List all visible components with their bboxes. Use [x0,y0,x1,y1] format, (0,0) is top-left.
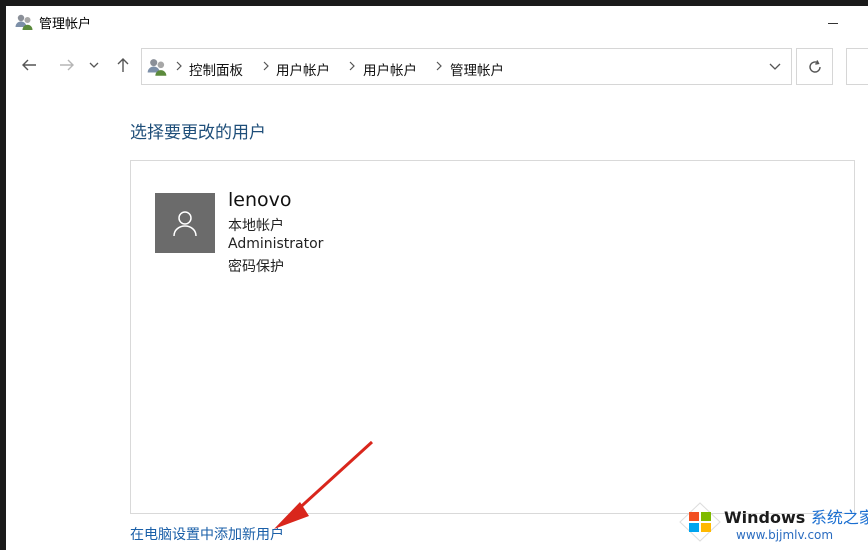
watermark-brand-cn: 系统之家 [810,508,868,527]
watermark-brand: Windows 系统之家 [724,504,868,528]
annotation-arrow [274,440,374,529]
watermark-url: www.bjjmlv.com [736,528,834,542]
windows-logo-icon [679,502,721,542]
watermark: Windows 系统之家 www.bjjmlv.com [672,496,868,550]
watermark-brand-en: Windows [724,508,806,527]
manage-accounts-window: 管理帐户 控制面板 用户帐户 用户帐户 管理帐户 选择要更改的用户 lenovo… [6,6,868,550]
